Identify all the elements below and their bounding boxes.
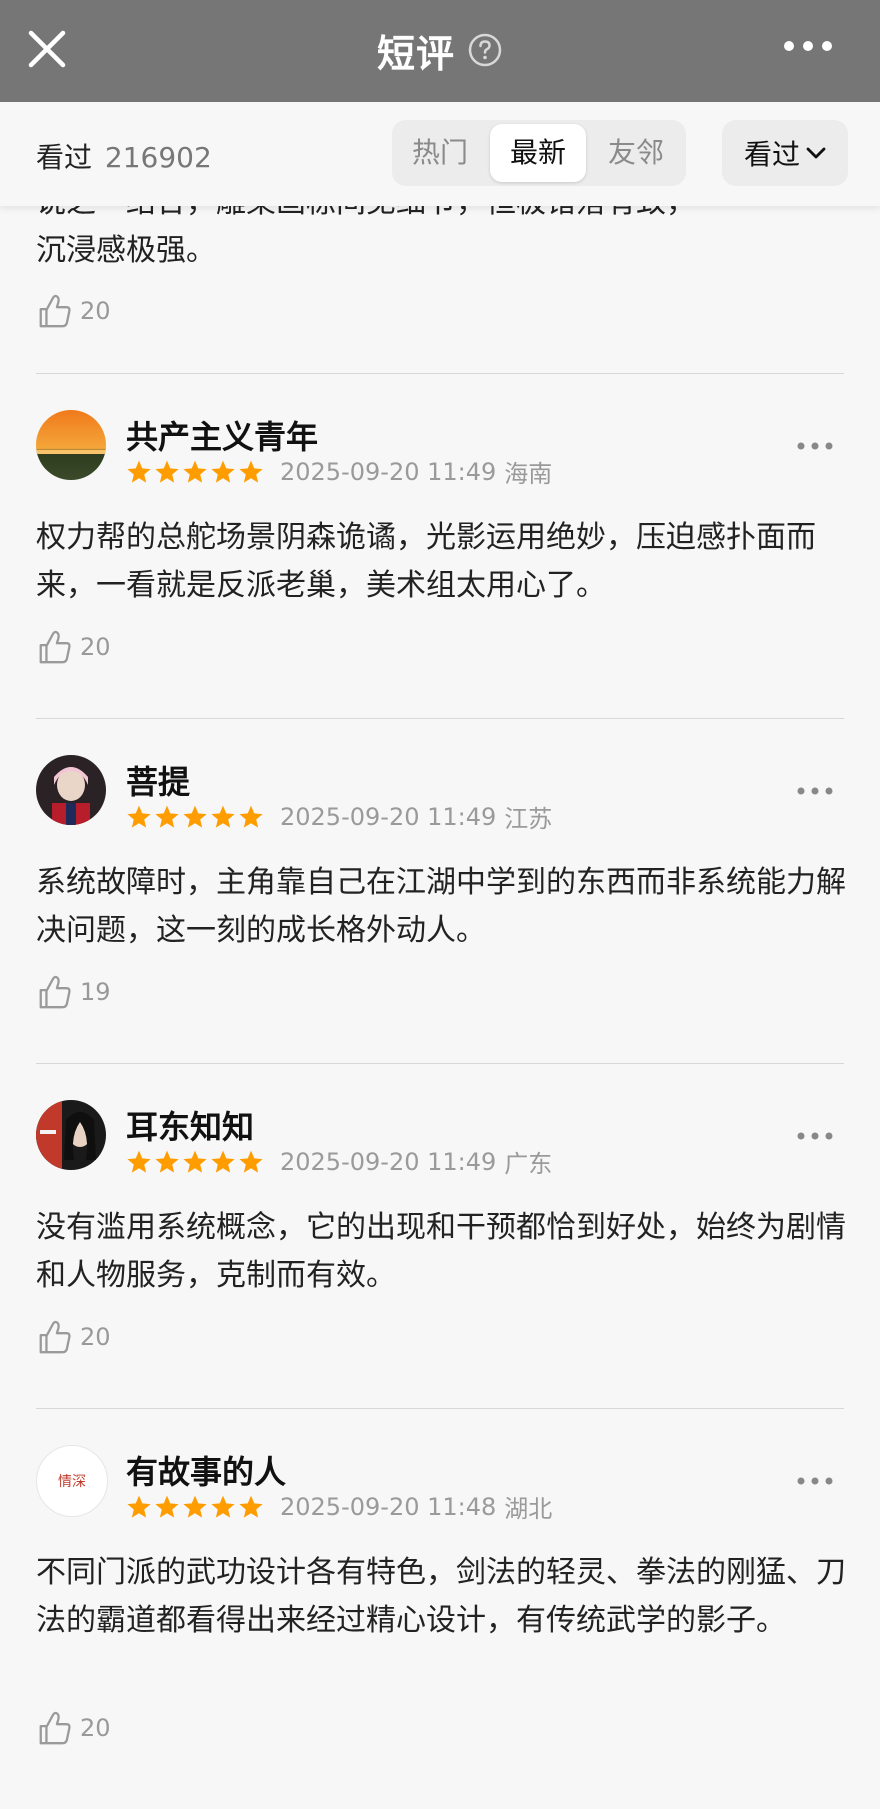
review-text: 权力帮的总舵场景阴森诡谲，光影运用绝妙，压迫感扑面而来，一看就是反派老巢，美术组… xyxy=(36,520,816,603)
tab-latest[interactable]: 最新 xyxy=(490,124,586,182)
review-date: 2025-09-20 11:49 xyxy=(280,802,497,831)
review-meta: 2025-09-20 11:49 江苏 xyxy=(126,799,552,834)
star-icon xyxy=(211,1495,235,1518)
star-icon xyxy=(211,805,235,828)
like-button[interactable]: 20 xyxy=(36,1318,111,1356)
star-icon xyxy=(127,1150,151,1173)
star-icon xyxy=(155,805,179,828)
review-meta: 2025-09-20 11:49 广东 xyxy=(126,1144,552,1179)
review-feed: 说之一结合，雕梁画栋间见细节，恒极错落有致， 沉浸感极强。 20 xyxy=(0,174,880,1809)
thumbs-up-icon xyxy=(39,975,71,1009)
like-count: 20 xyxy=(80,1714,111,1742)
avatar-logo-text: 情深 xyxy=(58,1474,86,1490)
filter-label: 看过 xyxy=(743,138,800,171)
star-icon xyxy=(211,460,235,483)
review-meta: 2025-09-20 11:49 海南 xyxy=(126,454,552,489)
review-card: 共产主义青年 2025-09-20 11:49 海南 权力帮的总舵场景阴森诡谲，… xyxy=(0,374,880,719)
thumbs-up-icon xyxy=(39,1320,71,1354)
star-icon xyxy=(239,1495,263,1518)
review-location: 广东 xyxy=(504,1150,553,1178)
star-icon xyxy=(239,805,263,828)
watched-number: 216902 xyxy=(104,141,212,174)
star-icon xyxy=(183,1495,207,1518)
review-text-line: 沉浸感极强。 xyxy=(36,233,216,268)
star-rating xyxy=(126,1149,266,1175)
review-card: 情深 有故事的人 2025-09-20 11:48 湖北 不同门派的武功设计各有… xyxy=(0,1409,880,1809)
like-button[interactable]: 19 xyxy=(36,973,111,1011)
tab-friends[interactable]: 友邻 xyxy=(588,124,684,182)
star-icon xyxy=(211,1150,235,1173)
avatar[interactable]: 情深 xyxy=(36,1445,108,1517)
filter-bar: 看过 216902 热门 最新 友邻 看过 xyxy=(0,102,880,206)
star-rating xyxy=(126,459,266,485)
thumbs-up-icon xyxy=(39,630,71,664)
like-button[interactable]: 20 xyxy=(36,292,111,330)
review-text: 系统故障时，主角靠自己在江湖中学到的东西而非系统能力解决问题，这一刻的成长格外动… xyxy=(36,865,846,948)
star-icon xyxy=(183,1150,207,1173)
star-icon xyxy=(155,1495,179,1518)
avatar[interactable] xyxy=(36,1100,106,1170)
sort-tabs: 热门 最新 友邻 xyxy=(392,120,686,186)
thumbs-up-icon xyxy=(39,1711,71,1745)
review-date: 2025-09-20 11:49 xyxy=(280,457,497,486)
star-rating xyxy=(126,804,266,830)
like-count: 20 xyxy=(80,633,111,661)
avatar[interactable] xyxy=(36,755,106,825)
watched-count: 看过 216902 xyxy=(36,136,212,176)
more-options-icon[interactable] xyxy=(796,440,834,452)
review-meta: 2025-09-20 11:48 湖北 xyxy=(126,1489,552,1524)
username[interactable]: 有故事的人 xyxy=(126,1447,286,1493)
more-options-icon[interactable] xyxy=(796,1475,834,1487)
review-text: 没有滥用系统概念，它的出现和干预都恰到好处，始终为剧情和人物服务，克制而有效。 xyxy=(36,1210,846,1293)
username[interactable]: 共产主义青年 xyxy=(126,412,318,458)
title-bar: 短评 xyxy=(0,0,880,102)
review-card: 耳东知知 2025-09-20 11:49 广东 没有滥用系统概念，它的出现和干… xyxy=(0,1064,880,1409)
review-location: 江苏 xyxy=(504,805,553,833)
page-title: 短评 xyxy=(376,31,455,76)
help-icon[interactable] xyxy=(467,32,503,68)
like-button[interactable]: 20 xyxy=(36,1709,111,1747)
star-icon xyxy=(155,1150,179,1173)
star-icon xyxy=(127,1495,151,1518)
star-icon xyxy=(239,460,263,483)
star-icon xyxy=(239,1150,263,1173)
username[interactable]: 菩提 xyxy=(126,757,190,803)
review-location: 海南 xyxy=(504,460,553,488)
like-count: 20 xyxy=(80,297,111,325)
star-rating xyxy=(126,1494,266,1520)
watched-label: 看过 xyxy=(36,141,93,174)
username[interactable]: 耳东知知 xyxy=(126,1102,254,1148)
more-options-icon[interactable] xyxy=(796,785,834,797)
watched-filter-dropdown[interactable]: 看过 xyxy=(722,120,848,186)
like-count: 19 xyxy=(80,978,111,1006)
like-count: 20 xyxy=(80,1323,111,1351)
tab-hot[interactable]: 热门 xyxy=(392,124,488,182)
star-icon xyxy=(183,460,207,483)
star-icon xyxy=(155,460,179,483)
review-card: 菩提 2025-09-20 11:49 江苏 系统故障时，主角靠自己在江湖中学到… xyxy=(0,719,880,1064)
review-text: 不同门派的武功设计各有特色，剑法的轻灵、拳法的刚猛、刀法的霸道都看得出来经过精心… xyxy=(36,1555,846,1638)
review-location: 湖北 xyxy=(504,1495,553,1523)
star-icon xyxy=(183,805,207,828)
like-button[interactable]: 20 xyxy=(36,628,111,666)
thumbs-up-icon xyxy=(39,294,71,328)
more-options-icon[interactable] xyxy=(782,38,834,54)
more-options-icon[interactable] xyxy=(796,1130,834,1142)
review-date: 2025-09-20 11:48 xyxy=(280,1492,497,1521)
star-icon xyxy=(127,460,151,483)
review-date: 2025-09-20 11:49 xyxy=(280,1147,497,1176)
chevron-down-icon xyxy=(806,147,826,159)
avatar[interactable] xyxy=(36,410,106,480)
star-icon xyxy=(127,805,151,828)
